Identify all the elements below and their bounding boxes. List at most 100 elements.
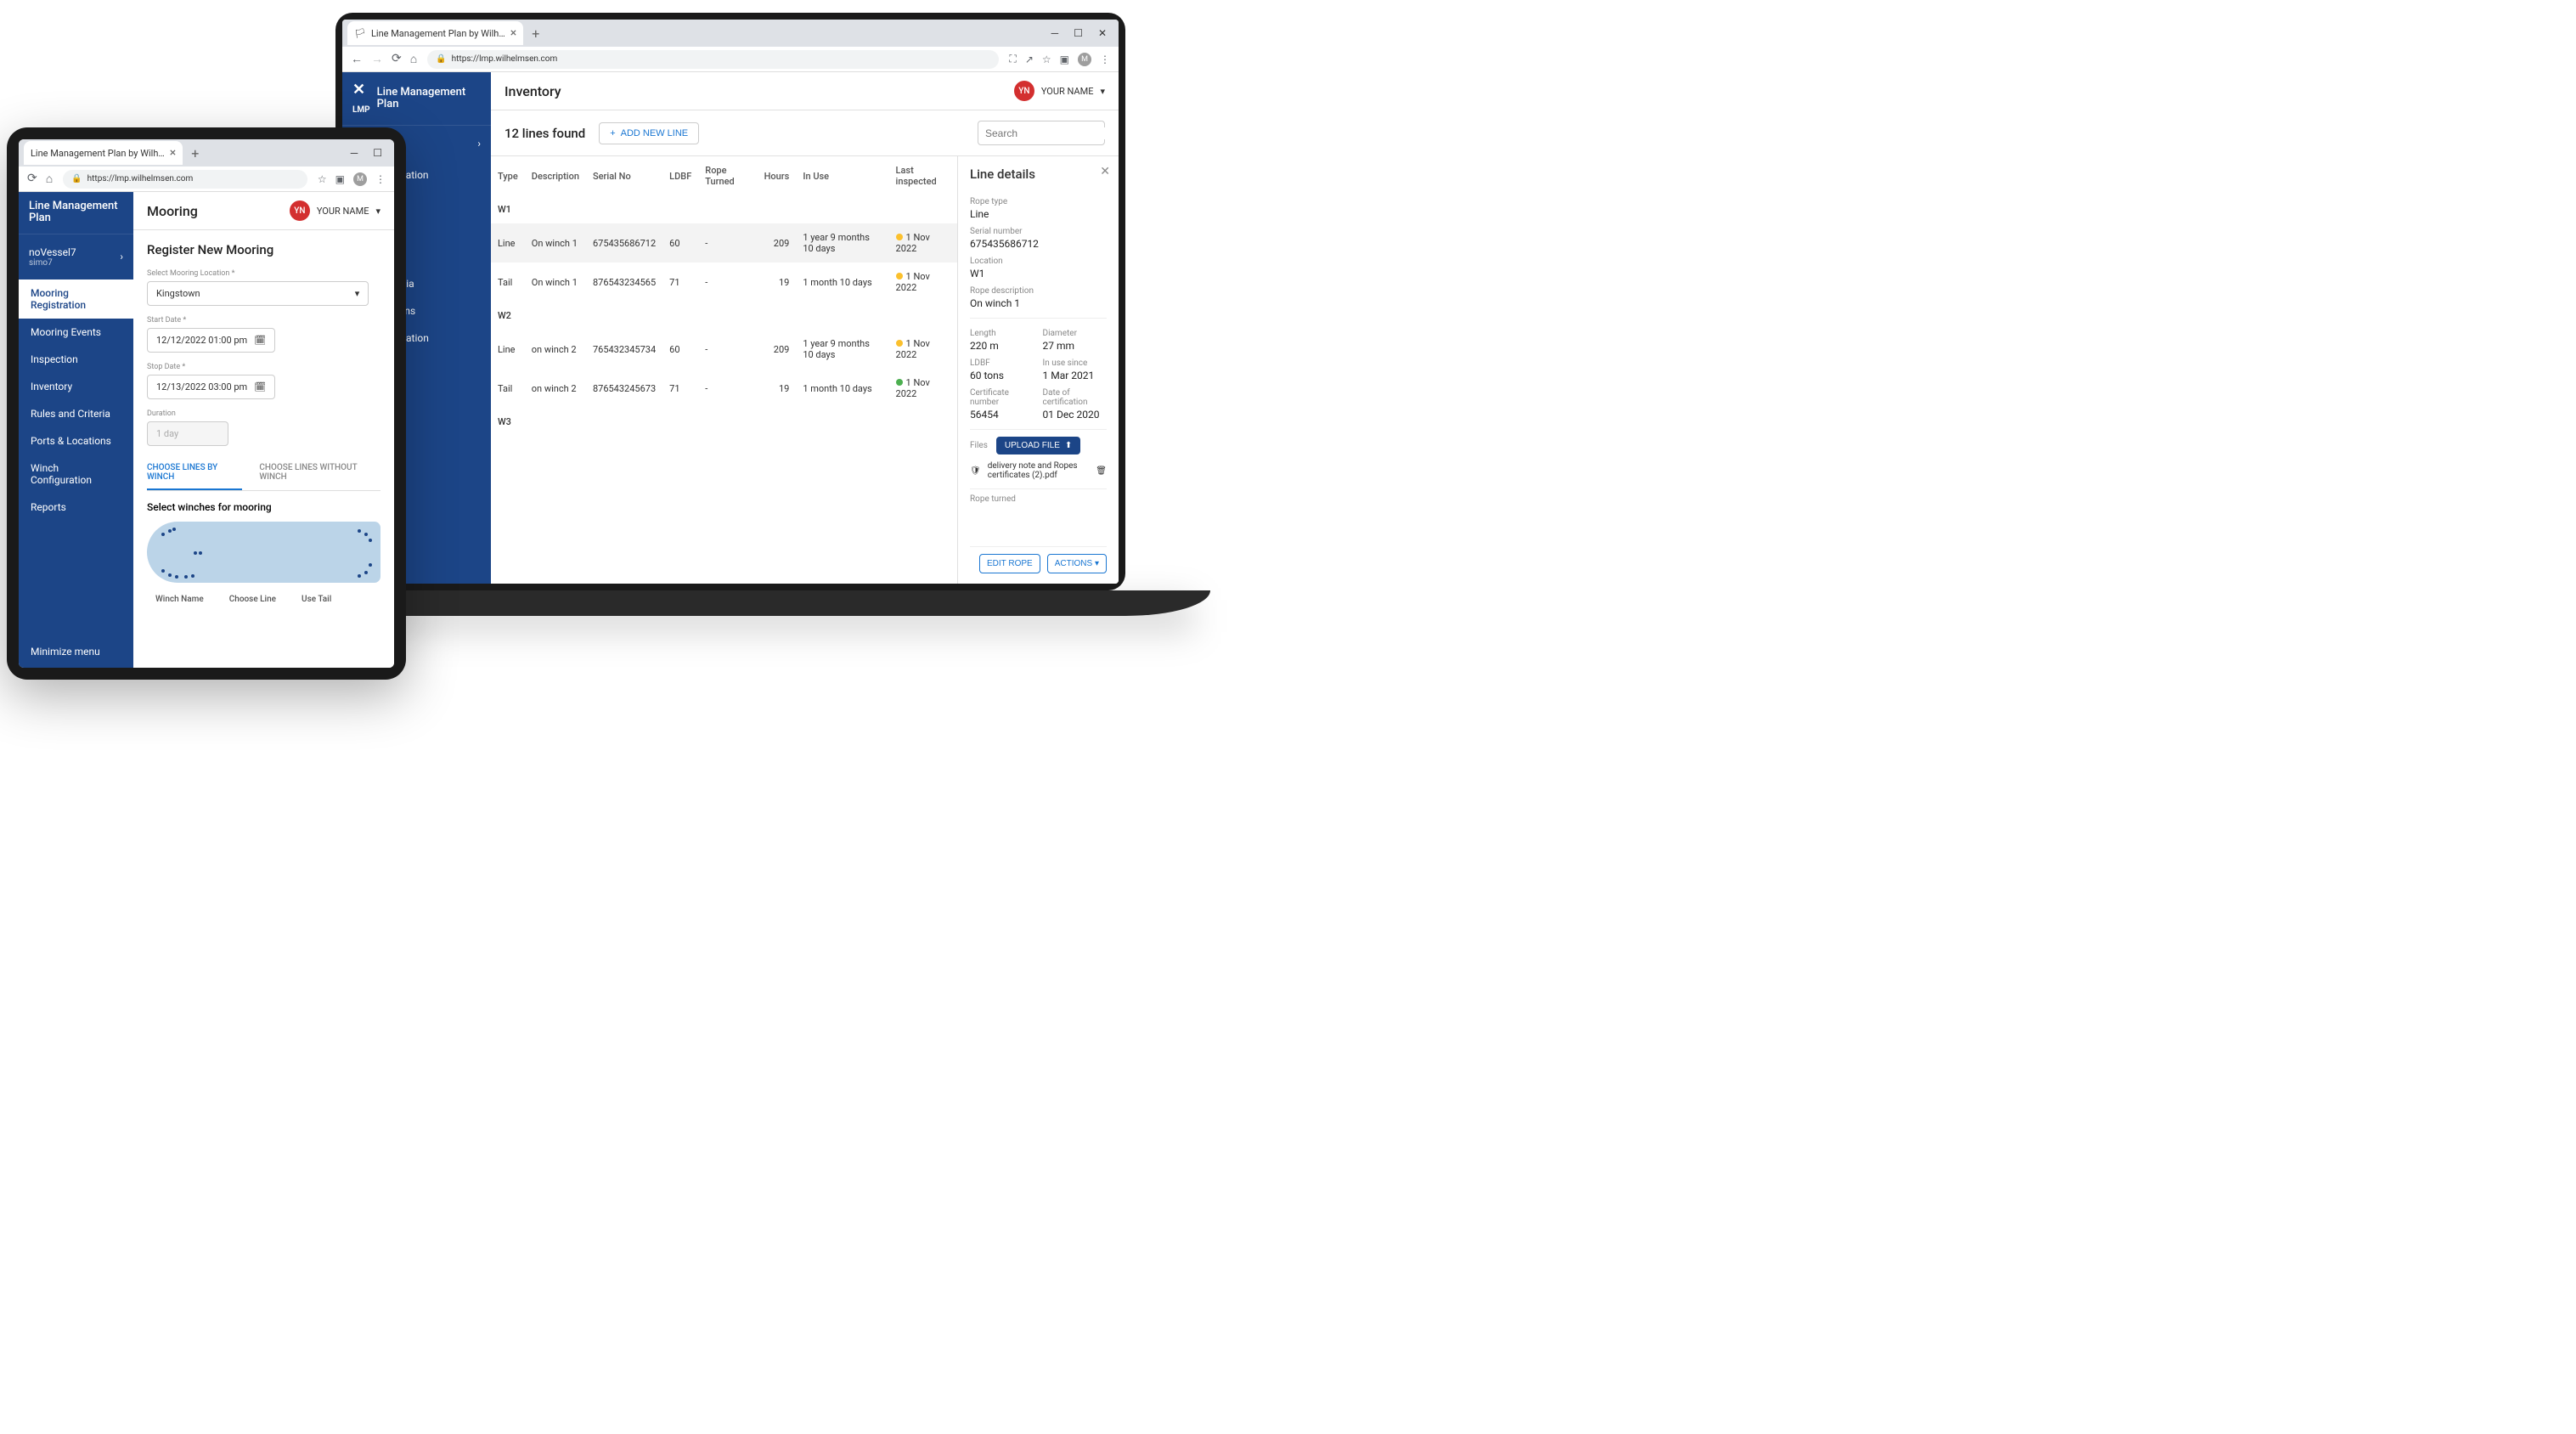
nav-inventory[interactable]: Inventory — [19, 373, 133, 400]
user-menu[interactable]: YN YOUR NAME ▾ — [1014, 81, 1105, 101]
group-w1: W1 — [491, 195, 957, 223]
actions-button[interactable]: ACTIONS ▾ — [1047, 554, 1107, 573]
nav-mooring-events[interactable]: Mooring Events — [19, 319, 133, 346]
col-serial: Serial No — [586, 156, 662, 195]
chevron-right-icon: › — [477, 138, 481, 150]
window-maximize-icon[interactable]: ☐ — [373, 147, 382, 159]
nav-mooring-registration[interactable]: Mooring Registration — [19, 279, 133, 319]
profile-avatar[interactable]: M — [353, 172, 367, 186]
table-row[interactable]: LineOn winch 167543568671260-2091 year 9… — [491, 223, 957, 263]
status-dot-icon — [896, 273, 903, 279]
close-tab-icon[interactable]: × — [170, 146, 176, 160]
location-select[interactable]: Kingstown ▾ — [147, 281, 369, 306]
calendar-icon: 🗓 — [254, 335, 266, 346]
user-avatar: YN — [290, 200, 310, 221]
nav-back-icon[interactable]: ← — [351, 52, 363, 66]
browser-chrome: Line Management Plan by Wilh… × + ─ ☐ ⟳ … — [19, 139, 394, 192]
brand: ✕LMP Line Management Plan — [342, 72, 491, 126]
nav-reload-icon[interactable]: ⟳ — [392, 52, 402, 66]
chevron-down-icon: ▾ — [1100, 86, 1105, 97]
browser-tab[interactable]: Line Management Plan by Wilh… × — [24, 141, 183, 165]
nav-home-icon[interactable]: ⌂ — [410, 52, 417, 66]
start-date-input[interactable]: 12/12/2022 01:00 pm 🗓 — [147, 328, 275, 353]
url-input[interactable]: 🔒 https://lmp.wilhelmsen.com — [63, 170, 307, 189]
brand-logo-icon: ✕LMP — [352, 81, 370, 116]
close-tab-icon[interactable]: × — [510, 26, 516, 40]
vessel-diagram[interactable] — [147, 522, 380, 583]
page-title: Inventory — [504, 83, 561, 99]
col-use-tail: Use Tail — [302, 595, 331, 604]
extensions-icon[interactable]: ▣ — [335, 173, 345, 185]
page-title: Mooring — [147, 203, 198, 219]
translate-icon[interactable]: ⛶ — [1009, 53, 1016, 65]
col-winch-name: Winch Name — [155, 595, 204, 604]
shield-icon: 🛡 — [970, 466, 981, 476]
delete-file-icon[interactable]: 🗑 — [1096, 466, 1107, 476]
tab-by-winch[interactable]: CHOOSE LINES BY WINCH — [147, 456, 242, 490]
details-title: Line details — [970, 167, 1107, 182]
chevron-right-icon: › — [120, 251, 123, 263]
table-row[interactable]: TailOn winch 187654323456571-191 month 1… — [491, 263, 957, 302]
nav-ports[interactable]: Ports & Locations — [19, 427, 133, 454]
minimize-menu[interactable]: Minimize menu — [19, 635, 133, 668]
status-dot-icon — [896, 234, 903, 240]
url-input[interactable]: 🔒 https://lmp.wilhelmsen.com — [427, 50, 999, 69]
browser-tab[interactable]: 🏳 Line Management Plan by Wilh… × — [347, 21, 523, 45]
search-field[interactable] — [985, 127, 1117, 139]
window-maximize-icon[interactable]: ☐ — [1074, 27, 1083, 39]
status-dot-icon — [896, 340, 903, 347]
inventory-table: Type Description Serial No LDBF Rope Tur… — [491, 156, 957, 436]
tab-title: Line Management Plan by Wilh… — [31, 148, 165, 159]
share-icon[interactable]: ↗ — [1025, 54, 1034, 65]
tab-title: Line Management Plan by Wilh… — [371, 28, 505, 39]
table-row[interactable]: Lineon winch 276543234573460-2091 year 9… — [491, 330, 957, 369]
nav-reports[interactable]: Reports — [19, 494, 133, 521]
user-name: YOUR NAME — [317, 206, 369, 217]
edit-rope-button[interactable]: EDIT ROPE — [979, 554, 1040, 573]
tablet-device: Line Management Plan by Wilh… × + ─ ☐ ⟳ … — [7, 127, 406, 680]
profile-avatar[interactable]: M — [1078, 53, 1091, 66]
window-minimize-icon[interactable]: ─ — [1051, 27, 1059, 39]
upload-file-button[interactable]: UPLOAD FILE ⬆ — [996, 437, 1080, 454]
nav-rules[interactable]: Rules and Criteria — [19, 400, 133, 427]
brand-title: Line Management Plan — [29, 200, 123, 225]
user-menu[interactable]: YN YOUR NAME ▾ — [290, 200, 380, 221]
duration-input: 1 day — [147, 421, 228, 446]
window-close-icon[interactable]: ✕ — [1098, 27, 1107, 39]
search-input[interactable]: 🔍 — [978, 121, 1105, 145]
user-name: YOUR NAME — [1041, 86, 1094, 97]
window-minimize-icon[interactable]: ─ — [351, 147, 358, 159]
tab-without-winch[interactable]: CHOOSE LINES WITHOUT WINCH — [259, 456, 380, 490]
browser-chrome: 🏳 Line Management Plan by Wilh… × + ─ ☐ … — [342, 20, 1119, 72]
line-count: 12 lines found — [504, 126, 585, 141]
new-tab-button[interactable]: + — [527, 25, 544, 42]
user-avatar: YN — [1014, 81, 1034, 101]
col-ldbf: LDBF — [662, 156, 698, 195]
col-choose-line: Choose Line — [229, 595, 276, 604]
nav-forward-icon[interactable]: → — [371, 52, 383, 66]
stop-date-input[interactable]: 12/13/2022 03:00 pm 🗓 — [147, 375, 275, 399]
bookmark-icon[interactable]: ☆ — [1042, 54, 1051, 65]
nav-winch[interactable]: Winch Configuration — [19, 454, 133, 494]
laptop-device: 🏳 Line Management Plan by Wilh… × + ─ ☐ … — [335, 13, 1125, 590]
menu-icon[interactable]: ⋮ — [1100, 54, 1110, 65]
nav-inspection[interactable]: Inspection — [19, 346, 133, 373]
sidebar: Line Management Plan noVessel7 simo7 › M… — [19, 192, 133, 668]
bookmark-icon[interactable]: ☆ — [318, 173, 327, 185]
extensions-icon[interactable]: ▣ — [1060, 54, 1069, 65]
nav-home-icon[interactable]: ⌂ — [46, 172, 53, 186]
vessel-selector[interactable]: noVessel7 simo7 › — [19, 234, 133, 279]
chevron-down-icon: ▾ — [375, 206, 380, 217]
menu-icon[interactable]: ⋮ — [375, 173, 386, 185]
group-w3: W3 — [491, 408, 957, 436]
new-tab-button[interactable]: + — [186, 145, 204, 161]
close-details-icon[interactable]: ✕ — [1100, 165, 1110, 178]
lock-icon: 🔒 — [436, 54, 446, 64]
table-row[interactable]: Tailon winch 287654324567371-191 month 1… — [491, 369, 957, 408]
calendar-icon: 🗓 — [254, 381, 266, 392]
plus-icon: + — [610, 128, 615, 138]
nav-reload-icon[interactable]: ⟳ — [27, 172, 37, 186]
add-new-line-button[interactable]: + ADD NEW LINE — [599, 122, 699, 144]
select-winches-heading: Select winches for mooring — [147, 501, 380, 513]
col-inuse: In Use — [796, 156, 888, 195]
